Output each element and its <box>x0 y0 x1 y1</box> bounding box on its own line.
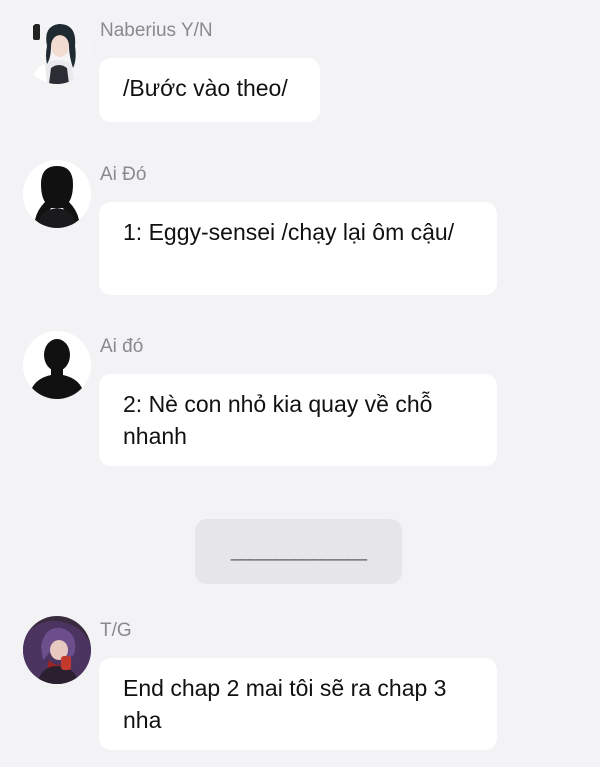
purple-hair-character-avatar-icon[interactable] <box>23 616 91 684</box>
message-bubble[interactable]: End chap 2 mai tôi sẽ ra chap 3 nha <box>99 658 497 750</box>
anime-girl-avatar-icon[interactable] <box>23 16 91 84</box>
message-bubble[interactable]: 2: Nè con nhỏ kia quay về chỗ nhanh <box>99 374 497 466</box>
sender-name: T/G <box>100 620 132 641</box>
message-bubble[interactable]: /Bước vào theo/ <box>99 58 320 122</box>
short-hair-silhouette-icon[interactable] <box>23 331 91 399</box>
sender-name: Naberius Y/N <box>100 20 213 41</box>
chapter-divider: _______________ <box>195 519 402 584</box>
sender-name: Ai Đó <box>100 164 147 185</box>
message-bubble[interactable]: 1: Eggy-sensei /chạy lại ôm cậu/ <box>99 202 497 295</box>
long-hair-silhouette-icon[interactable] <box>23 160 91 228</box>
sender-name: Ai đó <box>100 336 144 357</box>
